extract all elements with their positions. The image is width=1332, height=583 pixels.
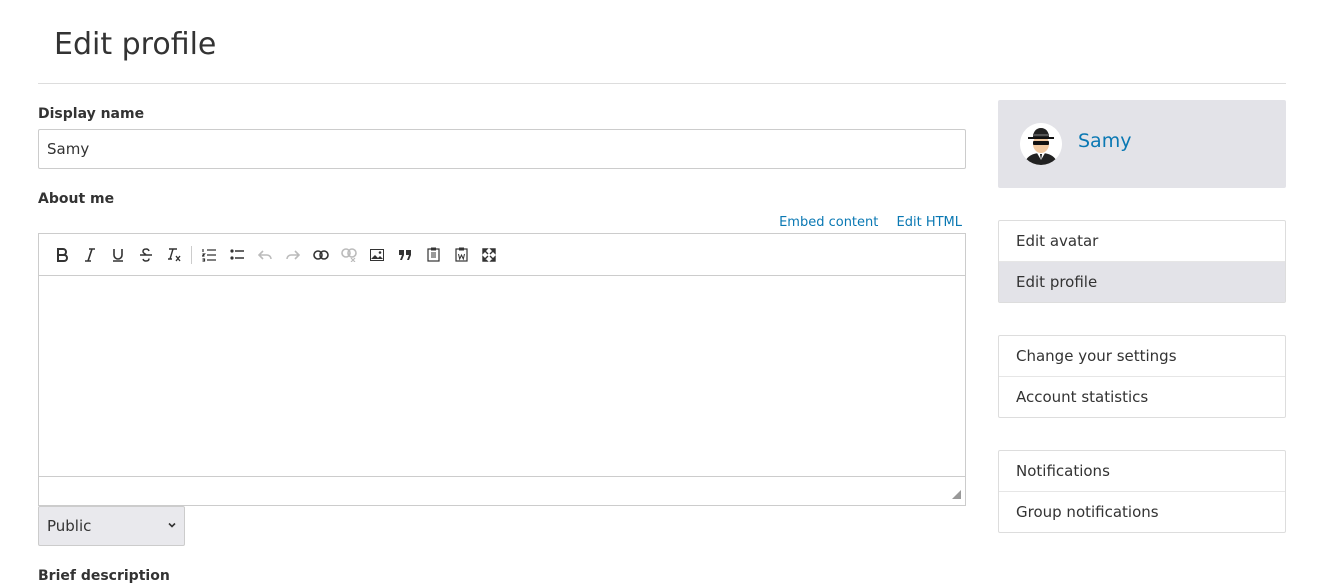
chevron-down-icon (168, 522, 176, 528)
about-me-label: About me (38, 191, 115, 207)
menu-item-account-statistics[interactable]: Account statistics (999, 377, 1285, 417)
title-divider (38, 83, 1286, 84)
embed-content-link[interactable]: Embed content (779, 215, 878, 230)
italic-icon[interactable] (76, 241, 104, 269)
profile-card: Samy (998, 100, 1286, 188)
notifications-menu: Notifications Group notifications (998, 450, 1286, 533)
menu-item-notifications[interactable]: Notifications (999, 451, 1285, 492)
editor-toolbar (39, 234, 965, 276)
edit-html-link[interactable]: Edit HTML (897, 215, 962, 230)
image-icon[interactable] (363, 241, 391, 269)
editor-statusbar (39, 477, 965, 505)
access-level-value: Public (47, 517, 92, 535)
blockquote-icon[interactable] (391, 241, 419, 269)
bulleted-list-icon[interactable] (223, 241, 251, 269)
maximize-icon[interactable] (475, 241, 503, 269)
redo-icon[interactable] (279, 241, 307, 269)
link-icon[interactable] (307, 241, 335, 269)
strikethrough-icon[interactable] (132, 241, 160, 269)
resize-handle-icon[interactable] (952, 490, 961, 499)
menu-item-edit-avatar[interactable]: Edit avatar (999, 221, 1285, 262)
brief-description-label: Brief description (38, 568, 170, 583)
bold-icon[interactable] (48, 241, 76, 269)
menu-item-group-notifications[interactable]: Group notifications (999, 492, 1285, 532)
rich-text-editor (38, 233, 966, 506)
settings-menu: Change your settings Account statistics (998, 335, 1286, 418)
editor-links: Embed content Edit HTML (38, 215, 966, 233)
numbered-list-icon[interactable] (195, 241, 223, 269)
underline-icon[interactable] (104, 241, 132, 269)
avatar[interactable] (1020, 123, 1062, 165)
profile-name-link[interactable]: Samy (1078, 130, 1131, 152)
display-name-label: Display name (38, 106, 145, 122)
toolbar-separator (191, 245, 192, 264)
profile-menu: Edit avatar Edit profile (998, 220, 1286, 303)
menu-item-change-settings[interactable]: Change your settings (999, 336, 1285, 377)
paste-text-icon[interactable] (419, 241, 447, 269)
undo-icon[interactable] (251, 241, 279, 269)
paste-word-icon[interactable] (447, 241, 475, 269)
remove-format-icon[interactable] (160, 241, 188, 269)
menu-item-edit-profile[interactable]: Edit profile (999, 262, 1285, 302)
display-name-input[interactable]: Samy (38, 129, 966, 169)
access-level-select[interactable]: Public (38, 506, 185, 546)
page-title: Edit profile (54, 27, 217, 62)
editor-content-area[interactable] (39, 276, 965, 477)
unlink-icon[interactable] (335, 241, 363, 269)
